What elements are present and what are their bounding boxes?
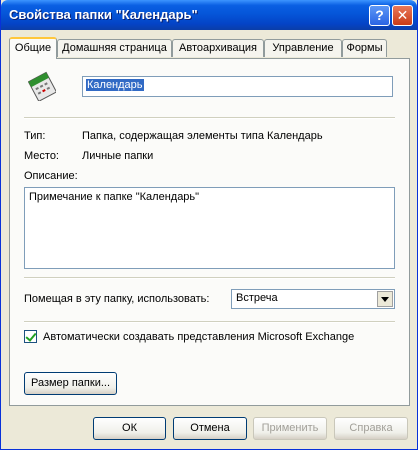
post-form-value: Встреча xyxy=(236,292,278,304)
tab-general[interactable]: Общие xyxy=(9,37,57,59)
help-button[interactable]: Справка xyxy=(334,417,408,440)
location-label: Место: xyxy=(24,150,59,162)
location-value: Личные папки xyxy=(82,150,154,162)
folder-name-value: Календарь xyxy=(86,79,144,91)
type-label: Тип: xyxy=(24,130,46,142)
tab-home-page[interactable]: Домашняя страница xyxy=(57,39,172,57)
separator xyxy=(24,277,395,279)
tab-administration[interactable]: Управление xyxy=(264,39,342,57)
calendar-folder-icon xyxy=(28,71,56,101)
folder-name-input[interactable]: Календарь xyxy=(82,76,393,97)
folder-properties-dialog: Свойства папки "Календарь" ? ✕ Общие Дом… xyxy=(0,0,418,450)
folder-size-button[interactable]: Размер папки... xyxy=(24,372,117,395)
help-icon[interactable]: ? xyxy=(369,5,390,26)
chevron-down-icon[interactable] xyxy=(377,291,393,307)
tab-autoarchive[interactable]: Автоархивация xyxy=(172,39,264,57)
separator xyxy=(24,321,395,323)
description-label: Описание: xyxy=(24,170,78,182)
title-bar: Свойства папки "Календарь" ? ✕ xyxy=(1,0,417,30)
type-value: Папка, содержащая элементы типа Календар… xyxy=(82,130,323,142)
separator xyxy=(24,117,395,119)
cancel-button[interactable]: Отмена xyxy=(173,417,247,440)
exchange-views-checkbox[interactable] xyxy=(24,330,37,343)
description-value: Примечание к папке "Календарь" xyxy=(29,191,200,203)
apply-button[interactable]: Применить xyxy=(253,417,327,440)
ok-button[interactable]: ОК xyxy=(93,417,166,440)
window-title: Свойства папки "Календарь" xyxy=(9,7,198,22)
post-form-select[interactable]: Встреча xyxy=(231,289,395,309)
exchange-views-label[interactable]: Автоматически создавать представления Mi… xyxy=(43,331,354,343)
tab-forms[interactable]: Формы xyxy=(342,39,387,57)
description-textarea[interactable]: Примечание к папке "Календарь" xyxy=(24,187,395,269)
post-form-label: Помещая в эту папку, использовать: xyxy=(24,293,210,305)
close-icon[interactable]: ✕ xyxy=(392,5,413,26)
general-tab-panel: Календарь Тип: Папка, содержащая элемент… xyxy=(9,58,410,406)
